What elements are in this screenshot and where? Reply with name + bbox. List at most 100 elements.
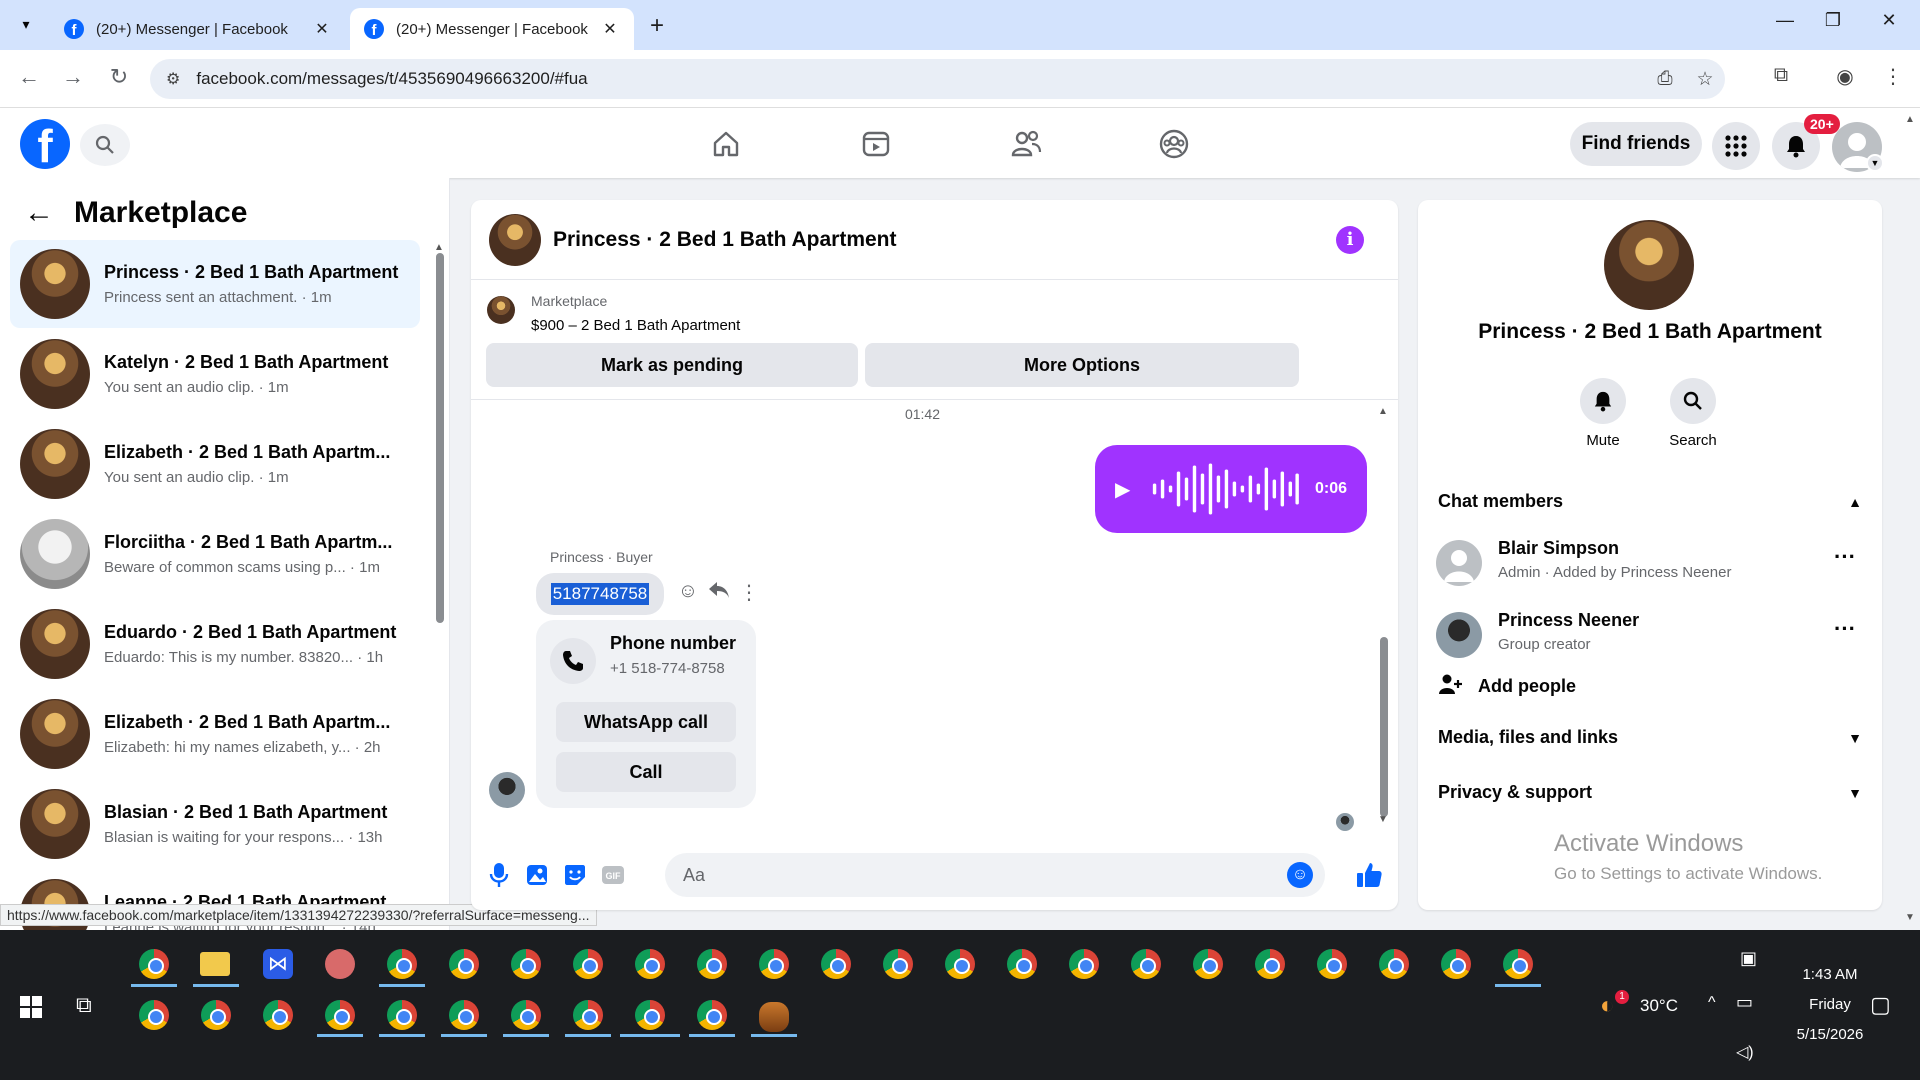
page-scroll-up-icon[interactable]: ▲ bbox=[1905, 114, 1915, 125]
chrome-app-icon[interactable] bbox=[573, 949, 603, 979]
volume-icon[interactable]: ◁) bbox=[1736, 1042, 1754, 1062]
tab-search-chevron-icon[interactable]: ▾ bbox=[10, 8, 42, 40]
video-icon[interactable] bbox=[846, 124, 906, 164]
browser-tab-1[interactable]: f (20+) Messenger | Facebook ✕ bbox=[50, 8, 346, 50]
scroll-down-arrow-icon[interactable]: ▼ bbox=[1378, 814, 1388, 825]
browser-tab-2[interactable]: f (20+) Messenger | Facebook ✕ bbox=[350, 8, 634, 50]
chevron-down-icon[interactable]: ▼ bbox=[1848, 730, 1862, 746]
member-avatar[interactable] bbox=[1436, 540, 1482, 586]
chrome-app-icon[interactable] bbox=[325, 1000, 355, 1030]
file-explorer-icon[interactable] bbox=[200, 952, 230, 976]
close-tab-icon[interactable]: ✕ bbox=[312, 19, 332, 39]
mark-as-pending-button[interactable]: Mark as pending bbox=[486, 343, 858, 387]
more-horizontal-icon[interactable]: ··· bbox=[1834, 544, 1856, 570]
add-people-button[interactable]: Add people bbox=[1438, 672, 1576, 701]
chrome-app-icon[interactable] bbox=[821, 949, 851, 979]
phone-message-bubble[interactable]: 5187748758 bbox=[536, 573, 664, 615]
clock-date[interactable]: 5/15/2026 bbox=[1770, 1026, 1890, 1043]
thumbs-up-icon[interactable] bbox=[1353, 859, 1385, 891]
friends-icon[interactable] bbox=[996, 124, 1056, 164]
back-arrow-icon[interactable]: ← bbox=[24, 196, 54, 230]
bookmark-star-icon[interactable]: ☆ bbox=[1685, 68, 1725, 91]
chevron-up-icon[interactable]: ▲ bbox=[1848, 494, 1862, 510]
more-actions-icon[interactable]: ⋮ bbox=[735, 580, 763, 605]
chevron-down-icon[interactable]: ▼ bbox=[1848, 785, 1862, 801]
sender-avatar[interactable] bbox=[489, 772, 525, 808]
chrome-app-icon[interactable] bbox=[945, 949, 975, 979]
chrome-app-icon[interactable] bbox=[1379, 949, 1409, 979]
chrome-app-icon[interactable] bbox=[449, 1000, 479, 1030]
search-action[interactable]: Search bbox=[1658, 378, 1728, 449]
sidebar-scrollbar[interactable] bbox=[436, 253, 444, 623]
vscode-app-icon[interactable]: ⋈ bbox=[263, 949, 293, 979]
sticker-icon[interactable] bbox=[559, 859, 591, 891]
install-app-icon[interactable]: ⎙ bbox=[1645, 68, 1685, 90]
chrome-app-icon[interactable] bbox=[759, 949, 789, 979]
weather-icon[interactable]: ◐ bbox=[1600, 992, 1615, 1020]
chrome-app-icon[interactable] bbox=[139, 1000, 169, 1030]
chrome-app-icon[interactable] bbox=[387, 949, 417, 979]
chrome-app-icon[interactable] bbox=[511, 1000, 541, 1030]
emoji-icon[interactable]: ☺ bbox=[1287, 862, 1313, 888]
chrome-app-icon[interactable] bbox=[883, 949, 913, 979]
more-horizontal-icon[interactable]: ··· bbox=[1834, 616, 1856, 642]
chrome-app-icon[interactable] bbox=[139, 949, 169, 979]
chevron-down-icon[interactable]: ▼ bbox=[1866, 154, 1884, 172]
mute-action[interactable]: Mute bbox=[1568, 378, 1638, 449]
listing-title[interactable]: $900 – 2 Bed 1 Bath Apartment bbox=[531, 317, 740, 334]
privacy-support-section[interactable]: Privacy & support ▼ bbox=[1438, 782, 1862, 803]
member-row[interactable]: Princess Neener Group creator ··· bbox=[1436, 608, 1866, 664]
photo-icon[interactable] bbox=[521, 859, 553, 891]
microphone-icon[interactable] bbox=[483, 859, 515, 891]
site-info-icon[interactable]: ⚙ bbox=[166, 69, 180, 89]
conversation-item[interactable]: Elizabeth · 2 Bed 1 Bath Apartm... You se… bbox=[10, 420, 420, 508]
conversation-avatar[interactable] bbox=[1604, 220, 1694, 310]
chat-scrollbar[interactable] bbox=[1380, 637, 1388, 817]
member-avatar[interactable] bbox=[1436, 612, 1482, 658]
windows-start-icon[interactable] bbox=[20, 996, 42, 1018]
conversation-item[interactable]: Eduardo · 2 Bed 1 Bath Apartment Eduardo:… bbox=[10, 600, 420, 688]
find-friends-button[interactable]: Find friends bbox=[1570, 122, 1702, 166]
chrome-app-icon[interactable] bbox=[1255, 949, 1285, 979]
chrome-app-icon[interactable] bbox=[635, 1000, 665, 1030]
back-icon[interactable]: ← bbox=[14, 64, 44, 90]
chrome-app-icon[interactable] bbox=[1441, 949, 1471, 979]
conversation-item[interactable]: Blasian · 2 Bed 1 Bath Apartment Blasian … bbox=[10, 780, 420, 868]
groups-icon[interactable] bbox=[1144, 124, 1204, 164]
chrome-app-icon[interactable] bbox=[387, 1000, 417, 1030]
profile-icon[interactable]: ◉ bbox=[1828, 64, 1862, 89]
clock-time[interactable]: 1:43 AM bbox=[1780, 966, 1880, 983]
meet-now-icon[interactable]: ▣ bbox=[1740, 948, 1757, 969]
paint-app-icon[interactable] bbox=[325, 949, 355, 979]
conversation-item[interactable]: Princess · 2 Bed 1 Bath Apartment Princes… bbox=[10, 240, 420, 328]
notification-center-icon[interactable]: ▢ bbox=[1870, 992, 1891, 1018]
search-icon[interactable] bbox=[1670, 378, 1716, 424]
browser-menu-icon[interactable]: ⋮ bbox=[1876, 64, 1910, 89]
conversation-item[interactable]: Elizabeth · 2 Bed 1 Bath Apartm... Elizab… bbox=[10, 690, 420, 778]
chrome-app-icon[interactable] bbox=[1193, 949, 1223, 979]
reply-icon[interactable] bbox=[705, 580, 733, 606]
chrome-app-icon[interactable] bbox=[1007, 949, 1037, 979]
member-row[interactable]: Blair Simpson Admin · Added by Princess … bbox=[1436, 536, 1866, 592]
bell-icon[interactable] bbox=[1580, 378, 1626, 424]
chrome-app-icon[interactable] bbox=[635, 949, 665, 979]
network-icon[interactable]: ▭ bbox=[1736, 992, 1753, 1013]
omnibox[interactable]: ⚙ facebook.com/messages/t/45356904966632… bbox=[150, 59, 1725, 99]
new-tab-icon[interactable]: + bbox=[650, 12, 664, 40]
menu-grid-icon[interactable] bbox=[1712, 122, 1760, 170]
reload-icon[interactable]: ↻ bbox=[104, 64, 134, 90]
temperature[interactable]: 30°C bbox=[1640, 996, 1678, 1016]
url-text[interactable]: facebook.com/messages/t/4535690496663200… bbox=[196, 69, 1645, 89]
whatsapp-call-button[interactable]: WhatsApp call bbox=[556, 702, 736, 742]
chrome-app-icon[interactable] bbox=[697, 1000, 727, 1030]
gif-icon[interactable]: GIF bbox=[597, 859, 629, 891]
close-tab-icon[interactable]: ✕ bbox=[600, 19, 620, 39]
chat-title[interactable]: Princess · 2 Bed 1 Bath Apartment bbox=[553, 228, 1336, 252]
restore-icon[interactable]: ❐ bbox=[1810, 10, 1856, 31]
media-files-section[interactable]: Media, files and links ▼ bbox=[1438, 727, 1862, 748]
clock-day[interactable]: Friday bbox=[1780, 996, 1880, 1013]
selected-phone-text[interactable]: 5187748758 bbox=[550, 583, 650, 605]
chrome-app-icon[interactable] bbox=[1069, 949, 1099, 979]
facebook-logo[interactable]: f bbox=[20, 119, 70, 169]
audio-message[interactable]: ▶ 0:06 bbox=[1095, 445, 1367, 533]
